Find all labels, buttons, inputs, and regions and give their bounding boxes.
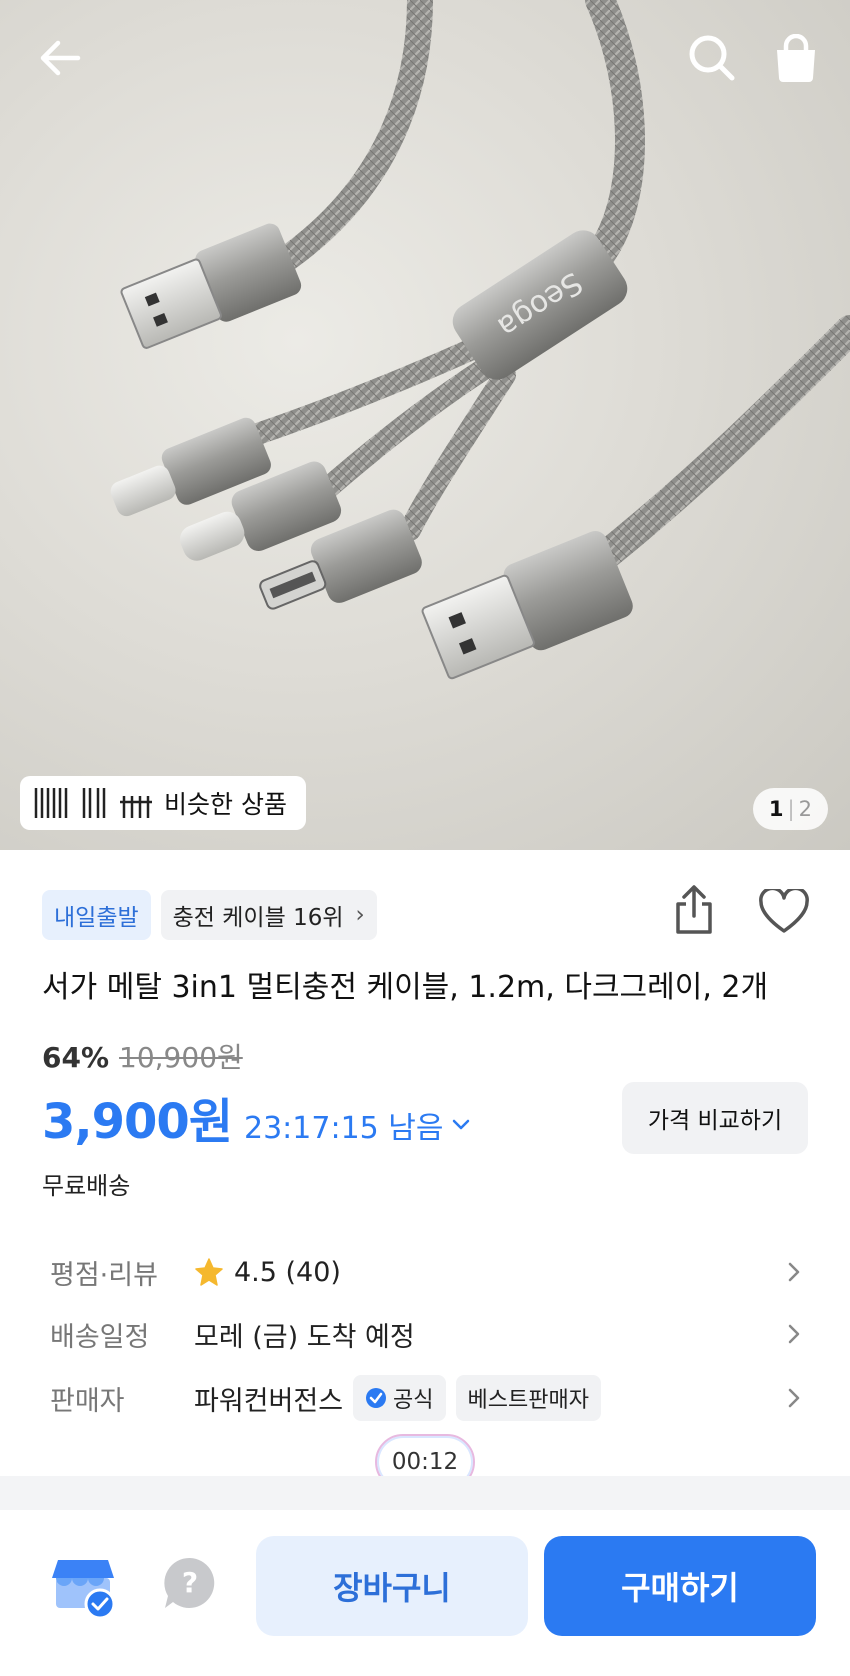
deal-timer[interactable]: 23:17:15 남음 [244, 1103, 471, 1147]
badge-row: 내일출발 충전 케이블 16위 › [42, 890, 377, 940]
chevron-down-icon [453, 1119, 470, 1130]
pager-current: 1 [768, 797, 784, 821]
bottom-action-bar: ? 장바구니 구매하기 [0, 1510, 850, 1676]
seller-key: 판매자 [50, 1385, 125, 1417]
image-pager: 1 | 2 [752, 788, 828, 830]
category-rank-label: 충전 케이블 16위 [172, 905, 344, 931]
share-icon[interactable] [666, 880, 722, 940]
shipping-info: 무료배송 [42, 1172, 131, 1200]
similar-thumbnails [32, 784, 154, 822]
star-icon [195, 1258, 223, 1286]
seller-row[interactable]: 판매자 파워컨버전스 공식 베스트판매자 [0, 1370, 850, 1426]
best-seller-badge: 베스트판매자 [455, 1375, 601, 1421]
discount-row: 64% 10,900원 [42, 1036, 243, 1076]
delivery-value: 모레 (금) 도착 예정 [194, 1321, 415, 1353]
pager-separator: | [787, 797, 795, 821]
delivery-key: 배송일정 [50, 1321, 150, 1353]
original-price: 10,900원 [119, 1041, 243, 1074]
seller-value: 파워컨버전스 공식 베스트판매자 [194, 1375, 601, 1421]
discount-rate: 64% [42, 1041, 110, 1074]
heart-icon[interactable] [756, 884, 812, 940]
shopping-bag-icon[interactable] [766, 28, 826, 88]
chevron-right-icon: › [355, 902, 365, 928]
sale-price: 3,900원 [42, 1094, 233, 1150]
delivery-badge: 내일출발 [42, 890, 151, 940]
chevron-right-icon [788, 1324, 800, 1344]
section-divider [0, 1476, 850, 1510]
help-question-icon[interactable]: ? [160, 1552, 220, 1614]
deal-timer-text: 23:17:15 남음 [244, 1111, 444, 1146]
delivery-schedule-row[interactable]: 배송일정 모레 (금) 도착 예정 [0, 1306, 850, 1362]
similar-products-chip[interactable]: 비슷한 상품 [20, 776, 306, 830]
rating-value: 4.5 (40) [194, 1257, 341, 1288]
cable-photo: Seoga [110, 0, 850, 680]
similar-products-label: 비슷한 상품 [164, 790, 287, 819]
compare-price-button[interactable]: 가격 비교하기 [622, 1082, 808, 1154]
rating-key: 평점·리뷰 [50, 1259, 158, 1291]
official-seller-badge: 공식 [353, 1375, 446, 1421]
delivery-badge-label: 내일출발 [54, 905, 139, 931]
price-row: 3,900원 23:17:15 남음 [42, 1082, 471, 1152]
store-icon[interactable] [52, 1550, 118, 1620]
category-rank-badge[interactable]: 충전 케이블 16위 › [160, 890, 377, 940]
chevron-right-icon [788, 1262, 800, 1282]
svg-text:?: ? [182, 1566, 198, 1599]
seller-name: 파워컨버전스 [194, 1385, 344, 1417]
pager-total: 2 [798, 797, 812, 821]
buy-now-button[interactable]: 구매하기 [544, 1536, 816, 1636]
back-arrow-icon[interactable] [30, 28, 90, 88]
rating-text: 4.5 (40) [234, 1256, 341, 1288]
rating-row[interactable]: 평점·리뷰 4.5 (40) [0, 1244, 850, 1300]
chevron-right-icon [788, 1388, 800, 1408]
official-label: 공식 [393, 1388, 434, 1413]
product-title: 서가 메탈 3in1 멀티충전 케이블, 1.2m, 다크그레이, 2개 [42, 970, 769, 1005]
search-icon[interactable] [682, 28, 742, 88]
verified-shield-icon [366, 1388, 387, 1408]
add-to-cart-button[interactable]: 장바구니 [256, 1536, 528, 1636]
product-image[interactable]: Seoga 비슷한 상품 1 | 2 [0, 0, 850, 850]
